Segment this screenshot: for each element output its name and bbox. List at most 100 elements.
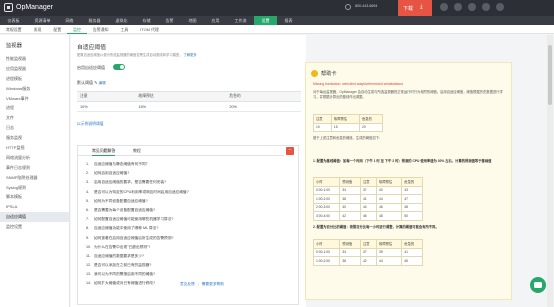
help-table-cell: 15 bbox=[330, 122, 360, 132]
nav-tab[interactable]: 存储 bbox=[135, 16, 158, 25]
main-panel: 自适应阈值 配置自适应阈值以便为所选监视器的阈值告警生成自动基线和学习模型。 了… bbox=[71, 35, 306, 307]
faq-question-number: 7. bbox=[86, 217, 90, 222]
app-logo[interactable]: OpManager bbox=[4, 3, 53, 12]
nav-tab[interactable]: 设置 bbox=[254, 16, 277, 25]
subnav-tab[interactable]: 监控 bbox=[67, 25, 87, 34]
help-table-cell: 37 bbox=[359, 247, 378, 257]
subnav-tab[interactable]: 配置 bbox=[47, 25, 67, 34]
scrollbar-thumb[interactable] bbox=[548, 45, 552, 105]
phone-icon[interactable] bbox=[345, 4, 351, 10]
table-header-trouble: 故障预估 bbox=[135, 91, 227, 102]
sidebar-item[interactable]: 自适应阈值 bbox=[0, 212, 69, 223]
nav-tab[interactable]: 网络 bbox=[58, 16, 81, 25]
tab-faq[interactable]: 常见问题解答 bbox=[92, 146, 116, 156]
help-table-cell: 44 bbox=[376, 256, 403, 266]
sidebar-item[interactable]: Syslog规则 bbox=[0, 183, 69, 193]
nav-tab[interactable]: 工作流 bbox=[227, 16, 254, 25]
learn-more-link[interactable]: 了解更多 bbox=[183, 53, 196, 57]
sidebar-item[interactable]: 日志 bbox=[0, 123, 69, 133]
subnav-tab[interactable]: 常规设置 bbox=[0, 25, 28, 34]
faq-question[interactable]: 1. 自适应阈值与静态阈值有何不同？ bbox=[86, 160, 291, 169]
nav-tab[interactable]: 地图 bbox=[181, 16, 204, 25]
download-arrow-icon: ⤓ bbox=[420, 4, 423, 10]
faq-question-text: 是否需要为每个设备配置自适应阈值? bbox=[94, 207, 156, 212]
feedback-link[interactable]: 意见反馈 bbox=[180, 282, 195, 286]
faq-question-text: 如何启用自适应阈值? bbox=[94, 171, 130, 176]
chat-support-button[interactable] bbox=[530, 277, 546, 293]
search-icon[interactable] bbox=[440, 3, 448, 11]
secondary-nav: 常规设置 发现 配置 监控 告警通知 工具 ITOM 代理 bbox=[0, 25, 554, 34]
settings-icon[interactable] bbox=[468, 3, 476, 11]
sidebar-item[interactable]: 性能监视器 bbox=[0, 54, 69, 64]
user-avatar-icon[interactable] bbox=[496, 3, 504, 11]
sidebar-item[interactable]: SNMP陷阱处理器 bbox=[0, 173, 69, 183]
nav-tab[interactable]: 资源清单 bbox=[27, 16, 58, 25]
sidebar-item[interactable]: 监控设置 bbox=[0, 222, 69, 232]
enable-adaptive-threshold-toggle[interactable] bbox=[113, 64, 125, 70]
faq-question-number: 10. bbox=[86, 244, 92, 249]
more-help-link[interactable]: 需要更多帮助 bbox=[202, 282, 224, 286]
help-table-cell: 41 bbox=[401, 247, 423, 257]
nav-tab[interactable]: 仪表板 bbox=[0, 16, 27, 25]
sidebar-item[interactable]: 服务监视 bbox=[0, 133, 69, 143]
explain-threshold-link[interactable]: 以示例说明阈值 bbox=[77, 122, 104, 127]
sidebar-item[interactable]: VMware事件 bbox=[0, 94, 69, 104]
subnav-tab[interactable]: ITOM 代理 bbox=[134, 25, 165, 34]
faq-question[interactable]: 9. 如何查看在启用自适应阈值后所生成的告警预测? bbox=[86, 234, 291, 243]
sidebar-item[interactable]: IPSLA bbox=[0, 202, 69, 212]
sidebar-item[interactable]: 进程 bbox=[0, 103, 69, 113]
download-button[interactable]: 下载 ⤓ bbox=[398, 0, 432, 16]
sidebar-item[interactable]: 脚本模板 bbox=[0, 192, 69, 202]
help-icon[interactable] bbox=[482, 3, 490, 11]
collapse-faq-button[interactable]: − bbox=[286, 147, 294, 155]
nav-tab[interactable]: 服务器 bbox=[81, 16, 108, 25]
faq-question-text: 如何查看在启用自适应阈值后所生成的告警预测? bbox=[94, 235, 174, 240]
help-table-header: 故障预估 bbox=[376, 239, 403, 249]
faq-question[interactable]: 4. 是否可以为特定的CPU利用率或响应时间启用自适应阈值? bbox=[86, 188, 291, 197]
faq-question[interactable]: 2. 如何启用自适应阈值? bbox=[86, 169, 291, 178]
page-scrollbar[interactable] bbox=[547, 35, 553, 307]
sidebar-item[interactable]: 文件 bbox=[0, 113, 69, 123]
edit-threshold-link[interactable]: 编辑 bbox=[99, 81, 106, 85]
notification-icon[interactable] bbox=[454, 3, 462, 11]
nav-tab[interactable]: 虚拟化 bbox=[108, 16, 135, 25]
faq-question-text: 我可以为不同的警报启用不同的阈值? bbox=[94, 272, 156, 277]
default-threshold-heading: 默认阈值 ✎ 编辑 bbox=[77, 80, 106, 86]
primary-nav: 仪表板 资源清单 网络 服务器 虚拟化 存储 告警 地图 应用 工作流 设置 报表 bbox=[0, 16, 554, 25]
faq-question[interactable]: 10. 为什么在告警中出现"已超出预测"? bbox=[86, 243, 291, 252]
help-table-cell: 39 bbox=[376, 247, 403, 257]
sidebar-item[interactable]: HTTP监视 bbox=[0, 143, 69, 153]
sidebar-item[interactable]: 应用监视器 bbox=[0, 64, 69, 74]
subnav-tab[interactable]: 告警通知 bbox=[87, 25, 115, 34]
faq-question[interactable]: 7. 如何配置自适应阈值可能使用哪些机器学习算法? bbox=[86, 215, 291, 224]
nav-tab[interactable]: 应用 bbox=[204, 16, 227, 25]
app-name: OpManager bbox=[16, 4, 53, 11]
faq-question[interactable]: 6. 是否需要为每个设备配置自适应阈值? bbox=[86, 206, 291, 215]
nav-tab[interactable]: 报表 bbox=[277, 16, 300, 25]
sidebar-item[interactable]: 网络流量分析 bbox=[0, 153, 69, 163]
sidebar-item[interactable]: Windows服务 bbox=[0, 84, 69, 94]
help-table-cell: 43 bbox=[401, 185, 423, 195]
faq-question[interactable]: 8. 自适应阈值功能中使用了哪种 ML 算法? bbox=[86, 224, 291, 233]
help-table-3: 小时 预测值 注意 故障预估 危急的 0:00-1:00 34 37 39 41 1:00-2:00… bbox=[312, 239, 423, 266]
faq-question-number: 11. bbox=[86, 253, 91, 258]
table-header-row: 小时 预测值 注意 故障预估 危急的 bbox=[312, 177, 423, 187]
sidebar-item[interactable]: 进程模板 bbox=[0, 74, 69, 84]
faq-question[interactable]: 5. 如何为不同设备配置自适应阈值? bbox=[86, 197, 291, 206]
help-card: 帮助卡 Missing translation: webclient.adapt… bbox=[305, 62, 512, 300]
faq-question[interactable]: 11. 自适应阈值的数据要求是多少? bbox=[86, 252, 291, 261]
help-table-1: 注意 故障预估 危急的 10 15 20 bbox=[313, 114, 384, 132]
subnav-tab[interactable]: 发现 bbox=[28, 25, 48, 34]
help-table-cell: 44 bbox=[376, 194, 403, 204]
faq-question[interactable]: 3. 启用自适应阈值的要求。是否需要任何安装? bbox=[86, 178, 291, 187]
tab-tutorial[interactable]: 教程 bbox=[133, 146, 141, 156]
nav-tab[interactable]: 告警 bbox=[158, 16, 181, 25]
faq-question-number: 4. bbox=[86, 189, 90, 194]
sidebar-item[interactable]: 事件日志规则 bbox=[0, 163, 69, 173]
table-header-critical: 危急的 bbox=[226, 91, 301, 102]
help-table-header: 故障预估 bbox=[330, 114, 360, 124]
faq-question[interactable]: 12. 是否可以添加在之前已有的监视器? bbox=[86, 261, 291, 270]
faq-question[interactable]: 13. 我可以为不同的警报启用不同的阈值? bbox=[86, 270, 291, 279]
table-cell: 15% bbox=[135, 101, 227, 112]
subnav-tab[interactable]: 工具 bbox=[114, 25, 134, 34]
